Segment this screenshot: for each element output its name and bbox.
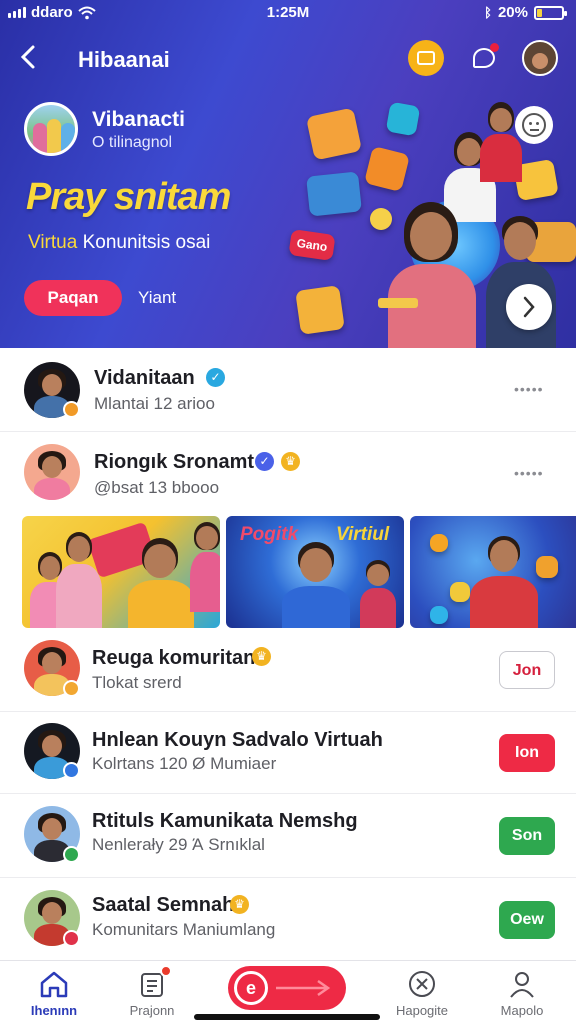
row-subtitle: Mlantai 12 arioo [94, 394, 215, 413]
notification-dot [160, 965, 172, 977]
row-subtitle: Komunitars Maniumlang [92, 920, 276, 939]
header-banner: ddaro 1:25M ᛒ 20% Hibaanai Vibanacti O t… [0, 0, 576, 348]
hero-desc-rest: Konunitsis osai [82, 232, 211, 253]
row-title: Vidanitaan [94, 367, 195, 389]
hero-title: Pray snitam [26, 176, 231, 218]
tab-label: Prajonn [129, 1003, 175, 1018]
person-icon [510, 972, 534, 998]
level-badge-icon [63, 846, 80, 863]
tab-label: Ihenınn [30, 1003, 78, 1018]
media-strip: Pogitk Virtiul [0, 516, 576, 628]
join-button[interactable]: Paqan [24, 280, 122, 316]
carousel-next-button[interactable] [506, 284, 552, 330]
create-button[interactable]: e [228, 966, 346, 1010]
row-title: Saatal Semnah [92, 894, 235, 916]
community-avatar[interactable] [24, 102, 78, 156]
tab-label: Hapogite [395, 1003, 449, 1018]
community-subtitle: O tilinagnol [92, 134, 173, 151]
notification-dot [490, 43, 499, 52]
community-row[interactable]: Riongık Sronamt ✓ ♛ @bsat 13 bbooo ••••• [0, 432, 576, 516]
level-badge-icon [63, 401, 80, 418]
navigation-bar: Hibaanai [0, 36, 576, 82]
crown-icon: ♛ [281, 452, 300, 471]
bluetooth-icon: ᛒ [484, 5, 492, 20]
suggested-community-row[interactable]: Rtituls Kamunikata Nemshg Nenlerały 29 Ά… [0, 794, 576, 878]
tab-discover[interactable]: Hapogite [382, 969, 462, 1018]
media-thumbnail[interactable] [22, 516, 220, 628]
media-thumbnail[interactable] [410, 516, 576, 628]
level-badge-icon [63, 930, 80, 947]
row-subtitle: @bsat 13 bbooo [94, 478, 220, 497]
crown-icon: ♛ [230, 895, 249, 914]
chevron-left-icon [20, 45, 35, 69]
level-badge-icon [63, 762, 80, 779]
avatar [24, 444, 80, 500]
tab-label: Mapolo [500, 1003, 544, 1018]
row-title: Reuga komuritan [92, 647, 256, 669]
media-thumbnail[interactable]: Pogitk Virtiul [226, 516, 404, 628]
profile-avatar-button[interactable] [522, 40, 558, 76]
home-indicator [194, 1014, 380, 1020]
tab-profile[interactable]: Mapolo [482, 969, 562, 1018]
row-title: Riongık Sronamt [94, 451, 255, 473]
level-badge-icon [63, 680, 80, 697]
create-icon: e [234, 971, 268, 1005]
community-name: Vibanacti [92, 108, 185, 131]
tab-home[interactable]: Ihenınn [14, 969, 94, 1018]
hero-description: Virtua Konunitsis osai [28, 232, 210, 254]
page-title: Hibaanai [78, 47, 170, 72]
join-community-button[interactable]: Oew [499, 901, 555, 939]
more-options-icon[interactable]: ••••• [514, 381, 544, 397]
verified-icon: ✓ [206, 368, 225, 387]
join-community-button[interactable]: Jon [499, 651, 555, 689]
tab-projects[interactable]: Prajonn [112, 965, 192, 1018]
hero-desc-highlight: Virtua [28, 232, 78, 253]
verified-icon: ✓ [255, 452, 274, 471]
chat-button[interactable] [466, 40, 502, 76]
home-icon [40, 971, 68, 998]
battery-percent: 20% [497, 4, 528, 21]
join-community-button[interactable]: Ion [499, 734, 555, 772]
reaction-button[interactable] [515, 106, 553, 144]
close-circle-icon [409, 971, 435, 997]
chevron-right-icon [523, 296, 535, 318]
status-bar: ddaro 1:25M ᛒ 20% [0, 0, 576, 28]
suggested-community-row[interactable]: Hnlean Kouyn Sadvalo Virtuah Kolrtans 12… [0, 712, 576, 794]
row-title: Hnlean Kouyn Sadvalo Virtuah [92, 729, 383, 751]
row-subtitle: Tlokat srerd [92, 673, 182, 692]
emoji-icon [522, 113, 546, 137]
battery-fill [537, 8, 542, 17]
row-subtitle: Kolrtans 120 Ø Mumiaer [92, 754, 277, 773]
label-tile: Gano [288, 229, 336, 261]
status-right: ᛒ 20% [484, 4, 567, 21]
community-row[interactable]: Vidanitaan ✓ Mlantai 12 arioo ••••• [0, 348, 576, 432]
more-options-icon[interactable]: ••••• [514, 465, 544, 481]
row-subtitle: Nenlerały 29 Ά Srnıklal [92, 835, 265, 854]
view-link[interactable]: Yiant [138, 288, 176, 308]
coins-button[interactable] [408, 40, 444, 76]
suggested-community-row[interactable]: Reuga komuritan ♛ Tlokat srerd Jon [0, 628, 576, 712]
crown-icon: ♛ [252, 647, 271, 666]
avatar [532, 53, 548, 69]
row-title: Rtituls Kamunikata Nemshg [92, 810, 358, 832]
back-button[interactable] [18, 42, 48, 76]
arrow-right-icon [276, 979, 331, 997]
join-community-button[interactable]: Son [499, 817, 555, 855]
suggested-community-row[interactable]: Saatal Semnah ♛ Komunitars Maniumlang Oe… [0, 878, 576, 960]
wallet-icon [417, 51, 435, 65]
battery-icon [534, 5, 567, 20]
